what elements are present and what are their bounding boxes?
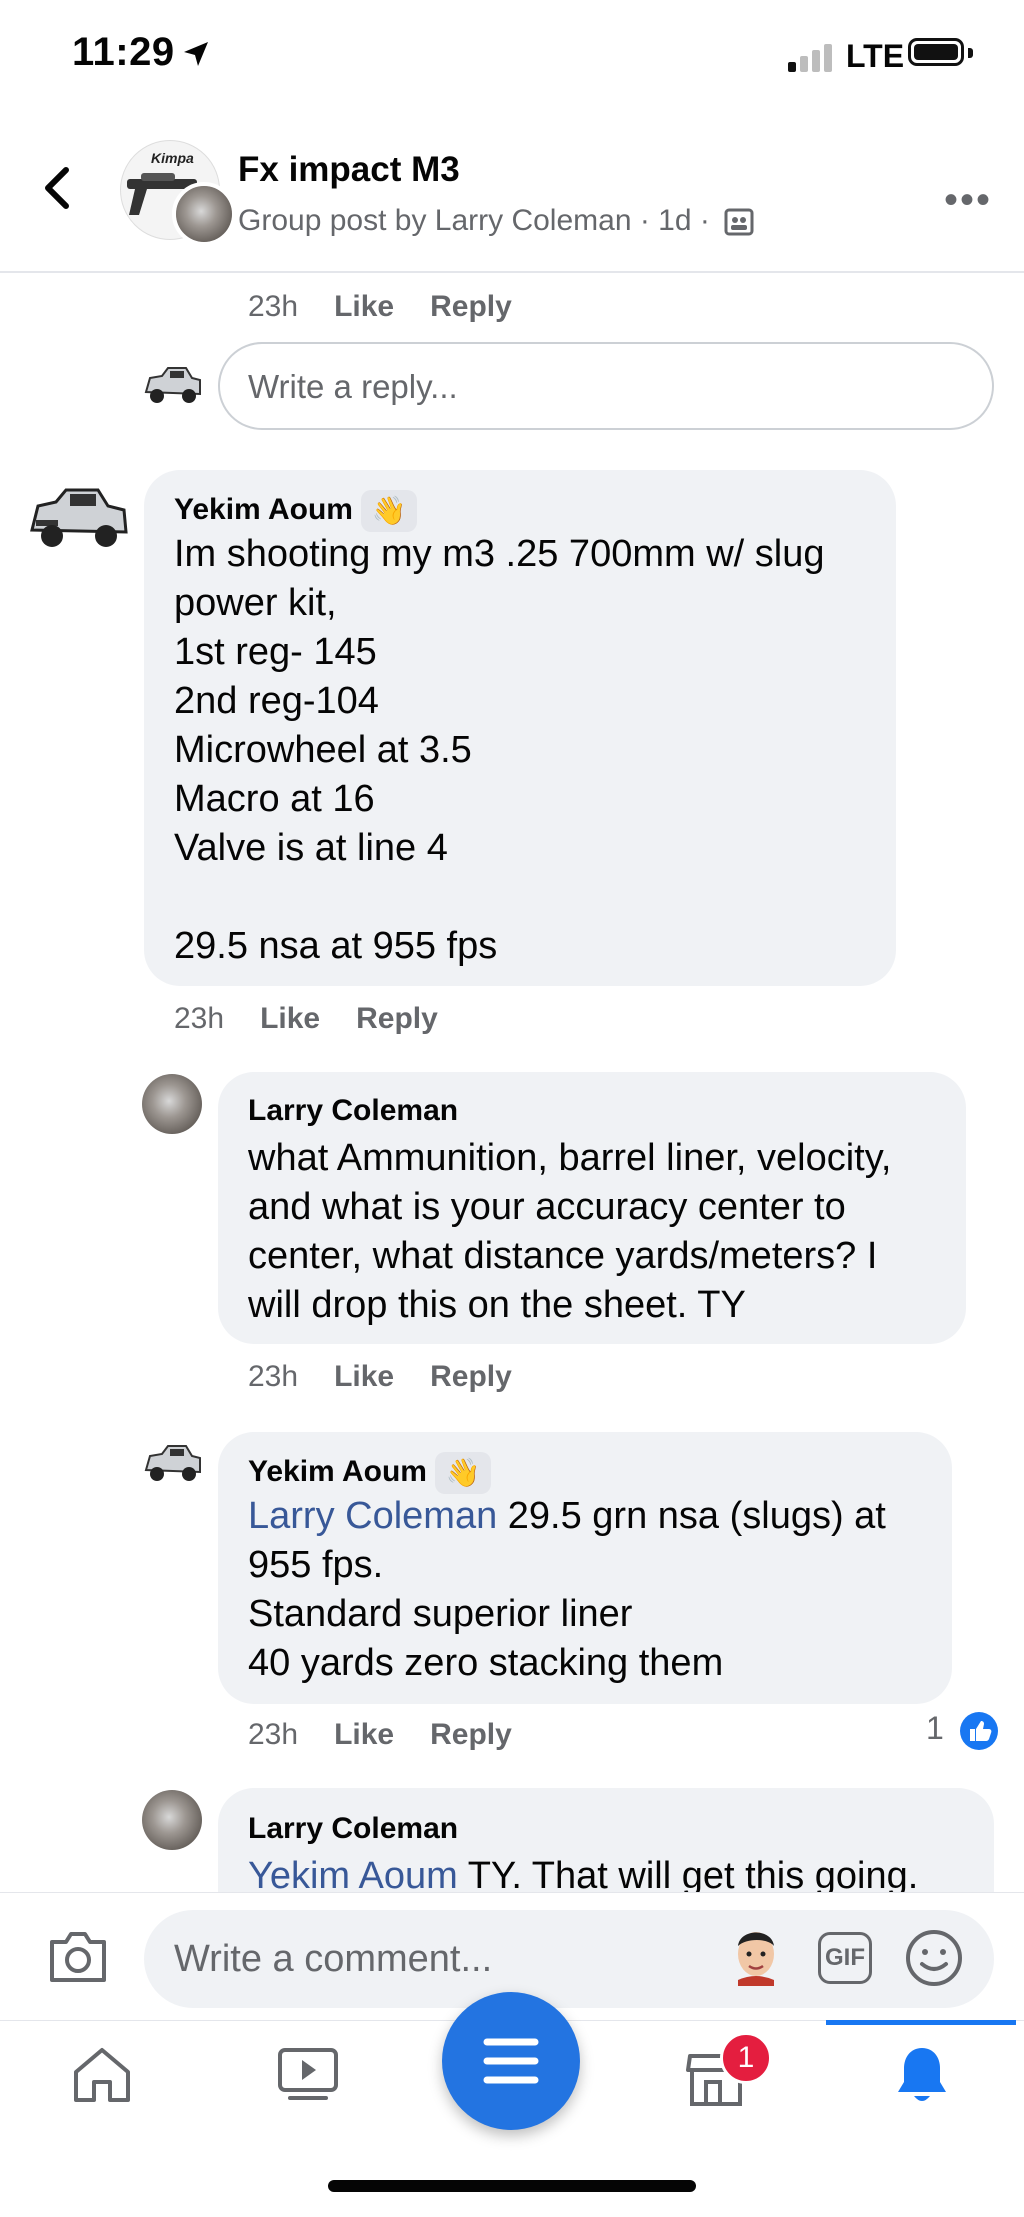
hamburger-menu-icon	[483, 2038, 539, 2084]
comment-placeholder: Write a comment...	[174, 1938, 493, 1980]
more-options-icon[interactable]: •••	[944, 178, 992, 223]
user-avatar-truck-icon	[144, 367, 201, 403]
svg-text:Kimpa: Kimpa	[151, 150, 194, 166]
waving-hand-icon: 👋	[434, 1452, 491, 1494]
group-members-icon	[724, 208, 754, 236]
status-time: 11:29	[72, 30, 175, 74]
camera-icon[interactable]	[46, 1928, 110, 1986]
menu-fab-button[interactable]	[442, 1992, 580, 2130]
gif-button[interactable]: GIF	[818, 1932, 872, 1984]
comment-meta: 23h Like Reply	[248, 1718, 512, 1752]
like-button[interactable]: Like	[334, 1360, 394, 1393]
signal-strength-icon	[788, 44, 836, 72]
commenter-avatar[interactable]	[142, 1074, 202, 1134]
home-indicator	[328, 2180, 696, 2192]
comment-text: what Ammunition, barrel liner, velocity,…	[248, 1137, 892, 1326]
comment-author[interactable]: Yekim Aoum 👋	[248, 1452, 491, 1494]
comment-text: Im shooting my m3 .25 700mm w/ slug powe…	[174, 533, 825, 967]
comment-time: 23h	[248, 290, 299, 323]
notification-badge: 1	[720, 2032, 772, 2084]
comment-time: 23h	[248, 1360, 299, 1393]
commenter-avatar-truck-icon[interactable]	[142, 1440, 204, 1484]
comment-author[interactable]: Yekim Aoum 👋	[174, 490, 417, 532]
back-arrow-icon[interactable]	[40, 164, 74, 212]
like-button[interactable]: Like	[334, 290, 394, 323]
mention-link[interactable]: Larry Coleman	[248, 1495, 497, 1537]
battery-icon	[908, 38, 964, 66]
reply-button[interactable]: Reply	[430, 1718, 512, 1751]
comment-text: Larry Coleman 29.5 grn nsa (slugs) at 95…	[248, 1495, 886, 1684]
like-reaction-icon	[959, 1711, 998, 1750]
mention-link[interactable]: Yekim Aoum	[248, 1855, 458, 1897]
comment-author[interactable]: Larry Coleman	[248, 1094, 458, 1128]
reply-button[interactable]: Reply	[430, 290, 512, 323]
emoji-icon[interactable]	[904, 1928, 964, 1988]
post-subtitle: Group post by Larry Coleman · 1d ·	[238, 204, 754, 238]
active-tab-indicator	[826, 2020, 1016, 2025]
comment-meta: 23h Like Reply	[248, 1360, 512, 1394]
reply-button[interactable]: Reply	[356, 1002, 438, 1035]
comment-meta: 23h Like Reply	[174, 1002, 438, 1036]
like-button[interactable]: Like	[260, 1002, 320, 1035]
reply-placeholder: Write a reply...	[248, 368, 458, 405]
comment-meta: 23h Like Reply	[248, 290, 512, 324]
video-icon[interactable]	[276, 2046, 340, 2102]
commenter-avatar[interactable]	[142, 1790, 202, 1850]
like-button[interactable]: Like	[334, 1718, 394, 1751]
header-divider	[0, 271, 1024, 273]
commenter-avatar-truck-icon[interactable]	[28, 482, 130, 552]
avatar-sticker-icon[interactable]	[732, 1924, 780, 1986]
network-type: LTE	[846, 38, 905, 74]
poster-avatar[interactable]	[172, 182, 236, 246]
comment-time: 23h	[174, 1002, 225, 1035]
home-icon[interactable]	[70, 2044, 134, 2106]
comment-time: 23h	[248, 1718, 299, 1751]
notifications-bell-icon[interactable]	[892, 2042, 952, 2108]
reaction-count[interactable]: 1	[926, 1710, 999, 1751]
location-arrow-icon	[184, 42, 208, 66]
waving-hand-icon: 👋	[360, 490, 417, 532]
reply-button[interactable]: Reply	[430, 1360, 512, 1393]
comment-author[interactable]: Larry Coleman	[248, 1812, 458, 1846]
group-title[interactable]: Fx impact M3	[238, 150, 460, 190]
battery-tip	[968, 48, 973, 58]
